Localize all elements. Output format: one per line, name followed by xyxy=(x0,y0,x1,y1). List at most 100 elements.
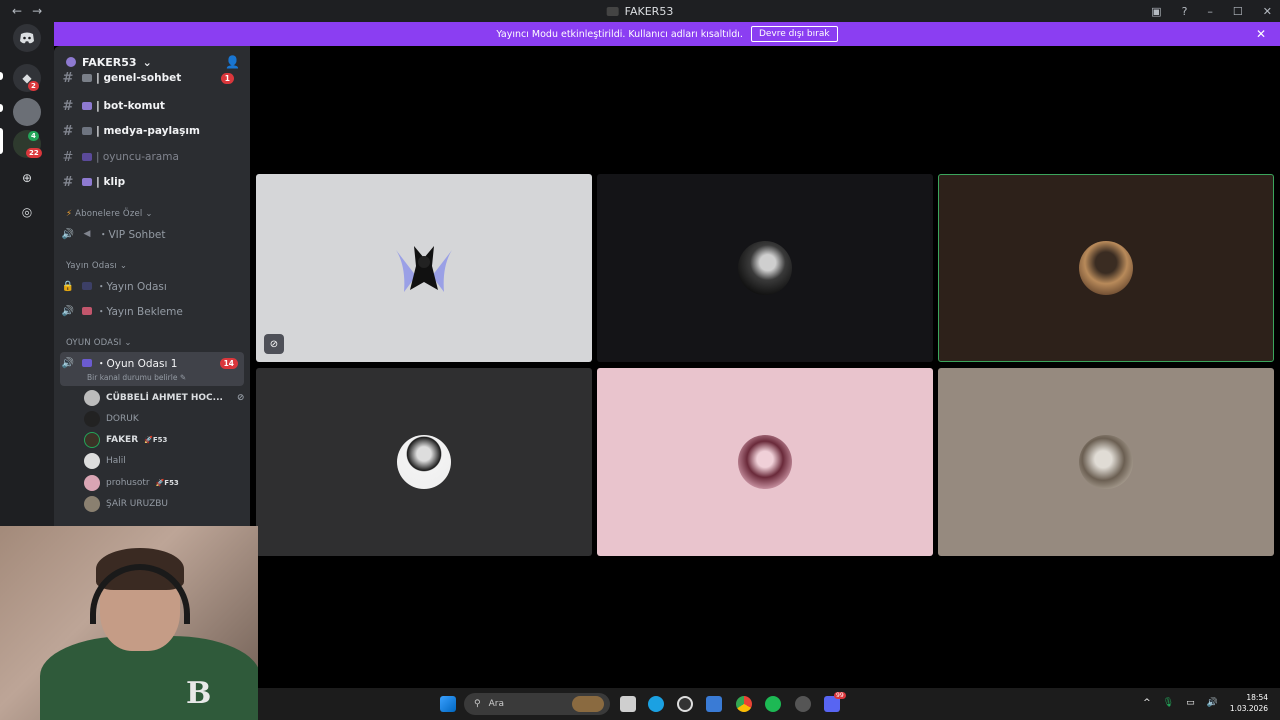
channel-sidebar: FAKER53 ⌄ 👤 # | genel-sohbet 1 # | bot-k… xyxy=(54,46,250,526)
channel-klip[interactable]: # | klip xyxy=(60,171,244,193)
task-view-icon[interactable] xyxy=(620,696,636,712)
clock[interactable]: 18:54 1.03.2026 xyxy=(1230,692,1268,714)
avatar xyxy=(1079,241,1133,295)
mic-icon[interactable]: 🎙 xyxy=(1163,698,1174,708)
back-arrow-icon[interactable]: ← xyxy=(12,4,22,18)
voice-member[interactable]: prohusotr 🚀F53 xyxy=(84,473,179,493)
chrome-icon[interactable] xyxy=(736,696,752,712)
participant-tile[interactable]: ⊘ xyxy=(256,174,592,362)
store-icon[interactable] xyxy=(706,696,722,712)
discover-icon[interactable]: ◎ xyxy=(13,198,41,226)
channel-oyuncu-arama[interactable]: # | oyuncu-arama xyxy=(60,146,244,168)
edge-icon[interactable] xyxy=(648,696,664,712)
media-player-icon[interactable] xyxy=(677,696,693,712)
add-server-icon[interactable]: ⊕ xyxy=(13,164,41,192)
text-channel-icon: # xyxy=(62,123,74,139)
channel-yayin-odasi[interactable]: 🔒 ・Yayın Odası xyxy=(60,275,244,297)
game-icon xyxy=(82,359,92,367)
category-stream[interactable]: Yayın Odası ⌄ xyxy=(66,261,127,271)
hoodie-print: B xyxy=(186,676,212,711)
avatar xyxy=(84,496,100,512)
system-tray: ^ 🎙 ▭ 🔊 18:54 1.03.2026 xyxy=(1143,692,1268,714)
avatar xyxy=(84,475,100,491)
voice-member[interactable]: FAKER 🚀F53 xyxy=(84,430,167,450)
channel-genel-sohbet[interactable]: # | genel-sohbet 1 xyxy=(60,70,244,86)
avatar xyxy=(1079,435,1133,489)
volume-icon[interactable]: 🔊 xyxy=(1207,698,1218,708)
pencil-icon: ✎ xyxy=(179,373,187,382)
voice-member[interactable]: DORUK xyxy=(84,409,139,429)
waiting-icon xyxy=(82,307,92,315)
selected-pill xyxy=(0,128,3,154)
category-subscribers[interactable]: ⚡ Abonelere Özel ⌄ xyxy=(66,209,153,219)
voice-member[interactable]: Halil xyxy=(84,451,126,471)
spotify-icon[interactable] xyxy=(765,696,781,712)
bolt-icon: ⚡ xyxy=(66,209,73,219)
guild-tag: 🚀F53 xyxy=(144,436,168,444)
help-icon[interactable]: ? xyxy=(1182,5,1188,18)
gamepad-icon xyxy=(82,153,92,161)
inbox-icon[interactable]: ▣ xyxy=(1151,5,1161,18)
member-count-badge: 14 xyxy=(219,357,238,369)
unread-badge: 1 xyxy=(220,72,234,84)
webcam-overlay: B xyxy=(0,526,258,720)
app-icon[interactable] xyxy=(795,696,811,712)
maximize-button[interactable]: ☐ xyxy=(1233,5,1243,18)
speaker-icon: ◀ xyxy=(83,229,91,239)
text-channel-icon: # xyxy=(62,174,74,190)
avatar xyxy=(397,435,451,489)
taskbar: ⚲ Ara 99 ^ 🎙 ▭ 🔊 18:54 1.03.2026 xyxy=(258,688,1280,720)
participant-tile[interactable] xyxy=(256,368,592,556)
search-icon: ⚲ xyxy=(474,699,481,709)
close-banner-icon[interactable]: ✕ xyxy=(1256,27,1266,41)
forward-arrow-icon[interactable]: → xyxy=(32,4,42,18)
discord-home-icon[interactable] xyxy=(13,24,41,52)
avatar xyxy=(84,453,100,469)
channel-yayin-bekleme[interactable]: 🔊 ・Yayın Bekleme xyxy=(60,300,244,322)
participant-tile[interactable] xyxy=(597,174,933,362)
avatar xyxy=(738,241,792,295)
chat-icon xyxy=(82,74,92,82)
avatar xyxy=(84,432,100,448)
stream-icon xyxy=(82,282,92,290)
channel-vip-sohbet[interactable]: 🔊 ◀ ・VIP Sohbet xyxy=(60,223,244,245)
server-mention-badge: 22 xyxy=(26,148,42,158)
participant-tile[interactable] xyxy=(938,368,1274,556)
start-button-icon[interactable] xyxy=(440,696,456,712)
unread-pill xyxy=(0,104,3,112)
text-channel-icon: # xyxy=(62,149,74,165)
speaker-icon: 🔊 xyxy=(61,305,75,317)
muted-mic-icon: ⊘ xyxy=(264,334,284,354)
server-avatar[interactable] xyxy=(13,98,41,126)
title-bar: ← → FAKER53 ▣ ? – ☐ ✕ xyxy=(0,0,1280,22)
chevron-up-icon[interactable]: ^ xyxy=(1143,698,1151,708)
display-icon[interactable]: ▭ xyxy=(1186,698,1195,708)
clip-icon xyxy=(82,178,92,186)
voice-member[interactable]: CÜBBELİ AHMET HOC... ⊘ xyxy=(84,388,244,408)
speaking-participant-tile[interactable] xyxy=(938,174,1274,362)
voice-member[interactable]: ŞAİR URUZBU xyxy=(84,494,168,514)
chevron-down-icon: ⌄ xyxy=(142,55,152,69)
channel-bot-komut[interactable]: # | bot-komut xyxy=(60,95,244,117)
media-icon xyxy=(82,127,92,135)
category-game-room[interactable]: OYUN ODASI ⌄ xyxy=(66,338,132,348)
streamer-mode-banner: Yayıncı Modu etkinleştirildi. Kullanıcı … xyxy=(54,22,1280,46)
voice-stage: ⊘ xyxy=(250,46,1280,688)
speaker-active-icon: 🔊 xyxy=(61,357,75,369)
minimize-button[interactable]: – xyxy=(1207,5,1213,18)
channel-oyun-odasi-1[interactable]: 🔊 ・Oyun Odası 1 14 xyxy=(60,352,244,374)
server-icon xyxy=(606,6,619,16)
participant-tile[interactable] xyxy=(597,368,933,556)
avatar xyxy=(84,411,100,427)
disable-button[interactable]: Devre dışı bırak xyxy=(750,26,838,42)
invite-people-icon[interactable]: 👤 xyxy=(225,55,240,69)
lock-icon: 🔒 xyxy=(61,280,75,292)
avatar xyxy=(738,435,792,489)
dm-badge: 2 xyxy=(28,81,39,91)
channel-medya-paylasim[interactable]: # | medya-paylaşım xyxy=(60,120,244,142)
taskbar-search[interactable]: ⚲ Ara xyxy=(464,693,610,715)
close-button[interactable]: ✕ xyxy=(1263,5,1272,18)
channel-status-hint[interactable]: Bir kanal durumu belirle ✎ xyxy=(87,373,186,382)
bot-icon xyxy=(82,102,92,110)
server-badge: 4 xyxy=(28,131,39,141)
